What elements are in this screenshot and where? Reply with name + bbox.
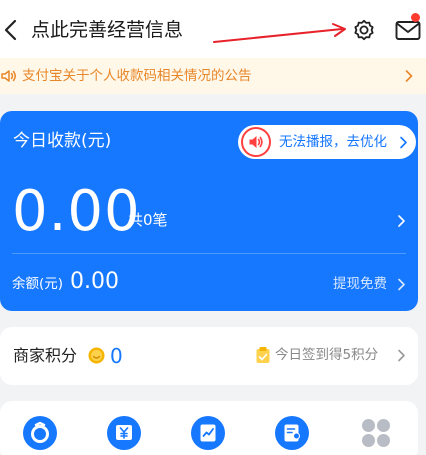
speaker-icon bbox=[1, 70, 16, 82]
broadcast-alert-text: 无法播报，去优化 bbox=[279, 134, 387, 150]
chevron-right-icon[interactable] bbox=[397, 278, 406, 291]
more-grid-icon[interactable] bbox=[358, 415, 394, 451]
gear-icon[interactable] bbox=[351, 17, 377, 43]
quick-actions-bar bbox=[0, 401, 418, 455]
chart-clipboard-icon[interactable] bbox=[190, 415, 226, 451]
card-divider bbox=[12, 253, 406, 254]
chevron-right-icon bbox=[398, 349, 405, 362]
checkin-clipboard-icon bbox=[256, 347, 270, 363]
alert-icon-ring bbox=[241, 127, 271, 157]
broadcast-optimize-button[interactable]: 无法播报，去优化 bbox=[238, 125, 416, 159]
balance-value: 0.00 bbox=[70, 269, 119, 294]
checkin-reward-text[interactable]: 今日签到得5积分 bbox=[275, 345, 378, 365]
today-income-amount[interactable]: 0.00 bbox=[12, 179, 141, 245]
today-income-title: 今日收款(元) bbox=[13, 131, 112, 151]
chevron-right-icon bbox=[405, 70, 413, 82]
merchant-points-value: 0 bbox=[110, 344, 123, 368]
coin-icon bbox=[88, 347, 105, 364]
transaction-count: 共0笔 bbox=[128, 211, 168, 229]
chevron-right-icon[interactable] bbox=[397, 214, 406, 228]
today-income-card: 今日收款(元) 无法播报，去优化 0.00 共0笔 余额(元) 0.00 提现免… bbox=[0, 111, 418, 311]
chevron-left-icon[interactable] bbox=[2, 17, 22, 43]
announcement-bar[interactable]: 支付宝关于个人收款码相关情况的公告 bbox=[0, 58, 426, 94]
withdraw-link[interactable]: 提现免费 bbox=[333, 274, 387, 294]
chevron-right-icon bbox=[400, 136, 407, 149]
merchant-points-label: 商家积分 bbox=[13, 346, 78, 365]
announcement-text: 支付宝关于个人收款码相关情况的公告 bbox=[22, 68, 252, 84]
volume-alert-icon bbox=[249, 136, 263, 148]
top-header: 点此完善经营信息 bbox=[0, 0, 426, 58]
user-document-icon[interactable] bbox=[274, 415, 310, 451]
qr-scan-icon[interactable] bbox=[22, 415, 58, 451]
yuan-shop-icon[interactable] bbox=[106, 415, 142, 451]
balance-label: 余额(元) bbox=[12, 276, 64, 292]
page-title[interactable]: 点此完善经营信息 bbox=[31, 16, 183, 44]
merchant-points-row[interactable]: 商家积分 0 今日签到得5积分 bbox=[0, 327, 418, 385]
annotation-arrow bbox=[213, 23, 346, 43]
unread-badge-dot bbox=[411, 13, 420, 22]
